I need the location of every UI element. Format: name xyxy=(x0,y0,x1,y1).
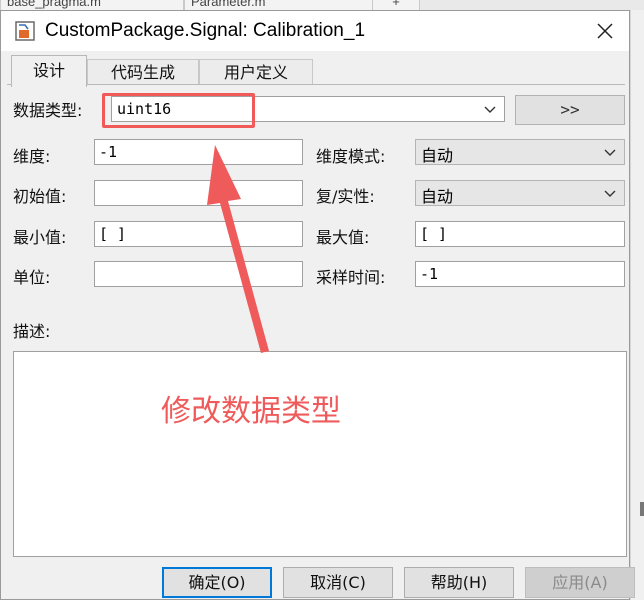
tab-code-generation[interactable]: 代码生成 xyxy=(87,59,199,85)
complexity-select[interactable]: 自动 xyxy=(415,180,625,206)
datatype-assistant-button[interactable]: >> xyxy=(515,95,625,125)
chevron-down-icon xyxy=(484,106,496,113)
background-tab-parameter[interactable]: Parameter.m xyxy=(184,0,376,10)
annotation-arrow-icon xyxy=(207,145,269,353)
background-tab-base-pragma[interactable]: base_pragma.m xyxy=(0,0,184,10)
cancel-button[interactable]: 取消(C) xyxy=(283,567,393,598)
chevron-down-icon xyxy=(604,190,616,197)
min-label: 最小值: xyxy=(13,228,67,247)
description-label: 描述: xyxy=(13,322,51,341)
initial-value-label: 初始值: xyxy=(13,187,67,206)
title-bar: CustomPackage.Signal: Calibration_1 xyxy=(1,11,629,51)
datatype-highlight-box xyxy=(102,93,255,128)
dimension-mode-value: 自动 xyxy=(421,146,454,165)
max-label: 最大值: xyxy=(316,228,370,247)
chevron-down-icon xyxy=(604,149,616,156)
background-scroll-marker xyxy=(640,502,644,516)
tab-user-defined[interactable]: 用户定义 xyxy=(199,59,313,85)
sample-time-input[interactable]: -1 xyxy=(415,261,625,287)
max-input[interactable]: [ ] xyxy=(415,221,625,247)
close-icon xyxy=(597,23,613,39)
simulink-app-icon xyxy=(15,21,35,41)
annotation-text: 修改数据类型 xyxy=(161,394,341,429)
dimension-mode-label: 维度模式: xyxy=(316,147,386,166)
window-title: CustomPackage.Signal: Calibration_1 xyxy=(45,20,366,41)
signal-properties-dialog: CustomPackage.Signal: Calibration_1 设计 代… xyxy=(0,10,635,600)
description-textarea[interactable] xyxy=(13,351,627,557)
tab-design[interactable]: 设计 xyxy=(11,55,87,87)
unit-label: 单位: xyxy=(13,268,51,287)
complexity-value: 自动 xyxy=(421,187,454,206)
close-button[interactable] xyxy=(587,15,623,47)
help-button[interactable]: 帮助(H) xyxy=(404,567,514,598)
background-editor-tabs: base_pragma.m Parameter.m + xyxy=(0,0,644,10)
sample-time-label: 采样时间: xyxy=(316,268,386,287)
dimensions-label: 维度: xyxy=(13,147,51,166)
tab-divider xyxy=(7,84,625,85)
ok-button[interactable]: 确定(O) xyxy=(162,567,272,598)
background-new-tab-button[interactable]: + xyxy=(372,0,420,10)
complexity-label: 复/实性: xyxy=(316,187,375,206)
datatype-label: 数据类型: xyxy=(13,101,83,120)
tab-bar: 设计 代码生成 用户定义 xyxy=(1,55,629,87)
dimension-mode-select[interactable]: 自动 xyxy=(415,139,625,165)
apply-button: 应用(A) xyxy=(525,567,635,598)
